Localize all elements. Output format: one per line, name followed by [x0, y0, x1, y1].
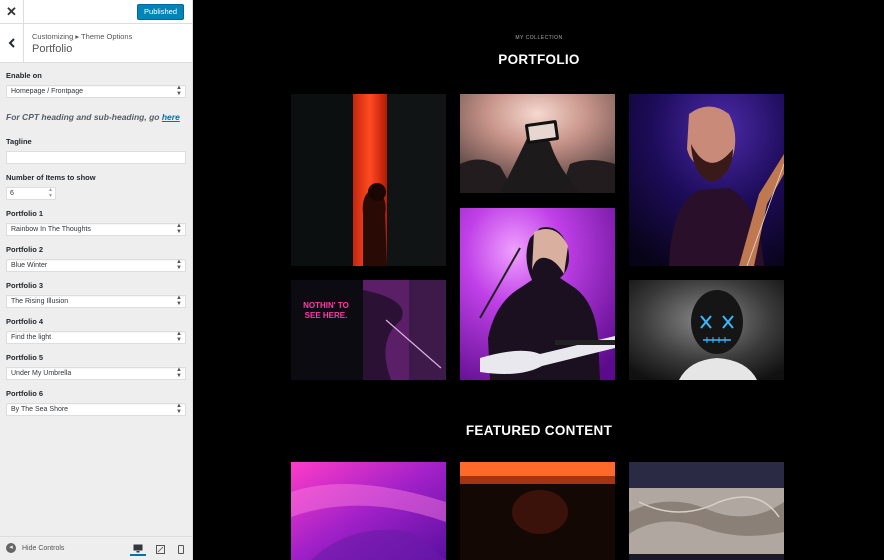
portfolio-6-select[interactable]: By The Sea Shore ▲ ▼	[6, 403, 186, 416]
customizer-topbar: ✕ Published	[0, 0, 192, 24]
tagline-control: Tagline	[6, 137, 186, 164]
cpt-note: For CPT heading and sub-heading, go here	[6, 112, 186, 123]
portfolio-1-value: Rainbow In The Thoughts	[11, 226, 91, 233]
featured-image-pink-abstract	[291, 462, 446, 560]
select-arrows-icon: ▲ ▼	[176, 223, 182, 235]
enable-on-select[interactable]: Homepage / Frontpage ▲ ▼	[6, 85, 186, 98]
portfolio-item-3[interactable]	[629, 94, 784, 266]
num-items-input[interactable]: 6 ▲ ▼	[6, 187, 56, 200]
hide-controls-label: Hide Controls	[22, 544, 65, 552]
tagline-input[interactable]	[6, 151, 186, 164]
featured-item-3[interactable]	[629, 462, 784, 560]
featured-image-landscape	[629, 462, 784, 560]
enable-on-label: Enable on	[6, 71, 42, 80]
controls-panel: Enable on Homepage / Frontpage ▲ ▼ For CP…	[0, 63, 192, 416]
num-items-value: 6	[10, 190, 14, 197]
portfolio-image-concert-phone	[460, 94, 615, 193]
desktop-icon	[133, 544, 143, 552]
enable-on-value: Homepage / Frontpage	[11, 88, 83, 95]
select-arrows-icon: ▲ ▼	[176, 331, 182, 343]
portfolio-2-select[interactable]: Blue Winter ▲ ▼	[6, 259, 186, 272]
portfolio-6-value: By The Sea Shore	[11, 406, 69, 413]
featured-image-orange-glow	[460, 462, 615, 560]
mobile-icon	[178, 544, 184, 554]
portfolio-1-control: Portfolio 1 Rainbow In The Thoughts ▲ ▼	[6, 209, 186, 236]
breadcrumb: Customizing ▸ Theme Options	[32, 32, 133, 41]
featured-item-1[interactable]	[291, 462, 446, 560]
select-arrows-icon: ▲ ▼	[176, 403, 182, 415]
portfolio-4-select[interactable]: Find the light ▲ ▼	[6, 331, 186, 344]
hide-controls-button[interactable]: ◂ Hide Controls	[6, 543, 64, 553]
portfolio-3-value: The Rising Illusion	[11, 298, 69, 305]
desktop-preview-button[interactable]	[130, 542, 146, 556]
num-items-control: Number of Items to show 6 ▲ ▼	[6, 173, 186, 200]
section-eyebrow: MY COLLECTION	[515, 35, 563, 41]
neon-sign-text: NOTHIN' TO SEE HERE.	[303, 301, 349, 320]
section-header: Customizing ▸ Theme Options Portfolio	[0, 24, 192, 63]
publish-button[interactable]: Published	[137, 4, 184, 20]
customizer-sidebar: ✕ Published Customizing ▸ Theme Options …	[0, 0, 193, 560]
portfolio-item-1[interactable]	[291, 94, 446, 266]
portfolio-3-label: Portfolio 3	[6, 281, 44, 290]
portfolio-4-label: Portfolio 4	[6, 317, 44, 326]
section-title: Portfolio	[32, 43, 73, 55]
num-items-label: Number of Items to show	[6, 173, 96, 182]
cpt-note-text: For CPT heading and sub-heading, go	[6, 112, 162, 122]
customizer-footer: ◂ Hide Controls	[0, 536, 192, 560]
portfolio-item-4[interactable]: NOTHIN' TO SEE HERE.	[291, 280, 446, 380]
portfolio-image-bearded-guitarist	[629, 94, 784, 266]
stepper-arrows-icon[interactable]: ▲ ▼	[48, 187, 53, 199]
tablet-preview-button[interactable]	[152, 542, 168, 556]
site-preview: MY COLLECTION PORTFOLIO NOTHIN' TO SEE HE…	[194, 0, 884, 560]
portfolio-image-red-light	[291, 94, 446, 266]
tagline-label: Tagline	[6, 137, 32, 146]
close-icon[interactable]: ✕	[0, 0, 24, 24]
back-arrow-icon[interactable]	[0, 24, 24, 62]
portfolio-item-2[interactable]	[460, 94, 615, 193]
portfolio-item-5[interactable]	[460, 208, 615, 380]
portfolio-item-6[interactable]	[629, 280, 784, 380]
portfolio-4-value: Find the light	[11, 334, 52, 341]
portfolio-2-label: Portfolio 2	[6, 245, 44, 254]
portfolio-3-select[interactable]: The Rising Illusion ▲ ▼	[6, 295, 186, 308]
portfolio-6-control: Portfolio 6 By The Sea Shore ▲ ▼	[6, 389, 186, 416]
portfolio-5-select[interactable]: Under My Umbrella ▲ ▼	[6, 367, 186, 380]
enable-on-control: Enable on Homepage / Frontpage ▲ ▼	[6, 71, 186, 98]
collapse-icon: ◂	[6, 543, 16, 553]
portfolio-3-control: Portfolio 3 The Rising Illusion ▲ ▼	[6, 281, 186, 308]
portfolio-5-label: Portfolio 5	[6, 353, 44, 362]
portfolio-image-guitarist-purple	[460, 208, 615, 380]
featured-content-heading: FEATURED CONTENT	[465, 423, 613, 438]
portfolio-4-control: Portfolio 4 Find the light ▲ ▼	[6, 317, 186, 344]
tablet-icon	[155, 544, 165, 554]
select-arrows-icon: ▲ ▼	[176, 259, 182, 271]
mobile-preview-button[interactable]	[173, 542, 189, 556]
portfolio-image-neon-sign: NOTHIN' TO SEE HERE.	[291, 280, 446, 380]
portfolio-5-value: Under My Umbrella	[11, 370, 72, 377]
cpt-note-link[interactable]: here	[162, 112, 180, 122]
select-arrows-icon: ▲ ▼	[176, 295, 182, 307]
portfolio-heading: PORTFOLIO	[498, 52, 580, 67]
portfolio-1-select[interactable]: Rainbow In The Thoughts ▲ ▼	[6, 223, 186, 236]
select-arrows-icon: ▲ ▼	[176, 85, 182, 97]
portfolio-image-neon-mask	[629, 280, 784, 380]
portfolio-1-label: Portfolio 1	[6, 209, 44, 218]
select-arrows-icon: ▲ ▼	[176, 367, 182, 379]
portfolio-6-label: Portfolio 6	[6, 389, 44, 398]
portfolio-2-value: Blue Winter	[11, 262, 48, 269]
portfolio-5-control: Portfolio 5 Under My Umbrella ▲ ▼	[6, 353, 186, 380]
portfolio-2-control: Portfolio 2 Blue Winter ▲ ▼	[6, 245, 186, 272]
featured-item-2[interactable]	[460, 462, 615, 560]
